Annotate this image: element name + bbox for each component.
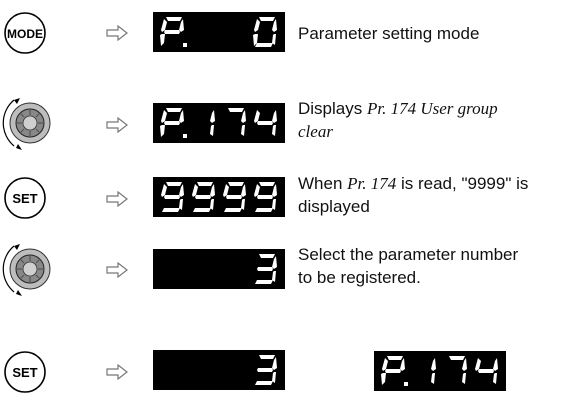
setting-dial-icon[interactable] [0, 236, 52, 302]
svg-text:MODE: MODE [7, 27, 43, 41]
segment-dot [183, 43, 187, 47]
set-button-icon[interactable]: SET [3, 350, 47, 394]
segment-digit [252, 354, 278, 386]
svg-text:SET: SET [12, 365, 37, 380]
segment-digit [473, 355, 499, 387]
seven-segment-display [153, 12, 285, 52]
segment-digit [442, 355, 468, 387]
segment-digit [221, 107, 247, 139]
segment-dot [404, 382, 408, 386]
segment-digit [411, 355, 437, 387]
mode-button-icon[interactable]: MODE [3, 11, 47, 55]
segment-digit [380, 355, 406, 387]
segment-digit [159, 16, 185, 48]
seven-segment-display [153, 103, 285, 143]
segment-digit [252, 107, 278, 139]
seven-segment-display-blinking [374, 351, 506, 391]
seven-segment-display [153, 177, 285, 217]
segment-digit [221, 181, 247, 213]
svg-text:SET: SET [12, 191, 37, 206]
arrow-right-icon [106, 191, 128, 207]
arrow-right-icon [106, 117, 128, 133]
segment-digit [190, 107, 216, 139]
segment-digit [252, 16, 278, 48]
segment-digit [159, 181, 185, 213]
step-description: When Pr. 174 is read, "9999" is displaye… [298, 174, 529, 216]
arrow-right-icon [106, 364, 128, 380]
segment-digit [252, 253, 278, 285]
step-description: Parameter setting mode [298, 24, 480, 43]
arrow-right-icon [106, 262, 128, 278]
segment-digit [252, 181, 278, 213]
step-description: Displays Pr. 174 User group clear [298, 99, 498, 141]
set-button-icon[interactable]: SET [3, 176, 47, 220]
seven-segment-display [153, 249, 285, 289]
segment-digit [190, 181, 216, 213]
arrow-right-icon [106, 25, 128, 41]
seven-segment-display [153, 350, 285, 390]
setting-dial-icon[interactable] [0, 90, 52, 156]
segment-dot [183, 134, 187, 138]
segment-digit [159, 107, 185, 139]
step-description: Select the parameter number to be regist… [298, 245, 519, 287]
